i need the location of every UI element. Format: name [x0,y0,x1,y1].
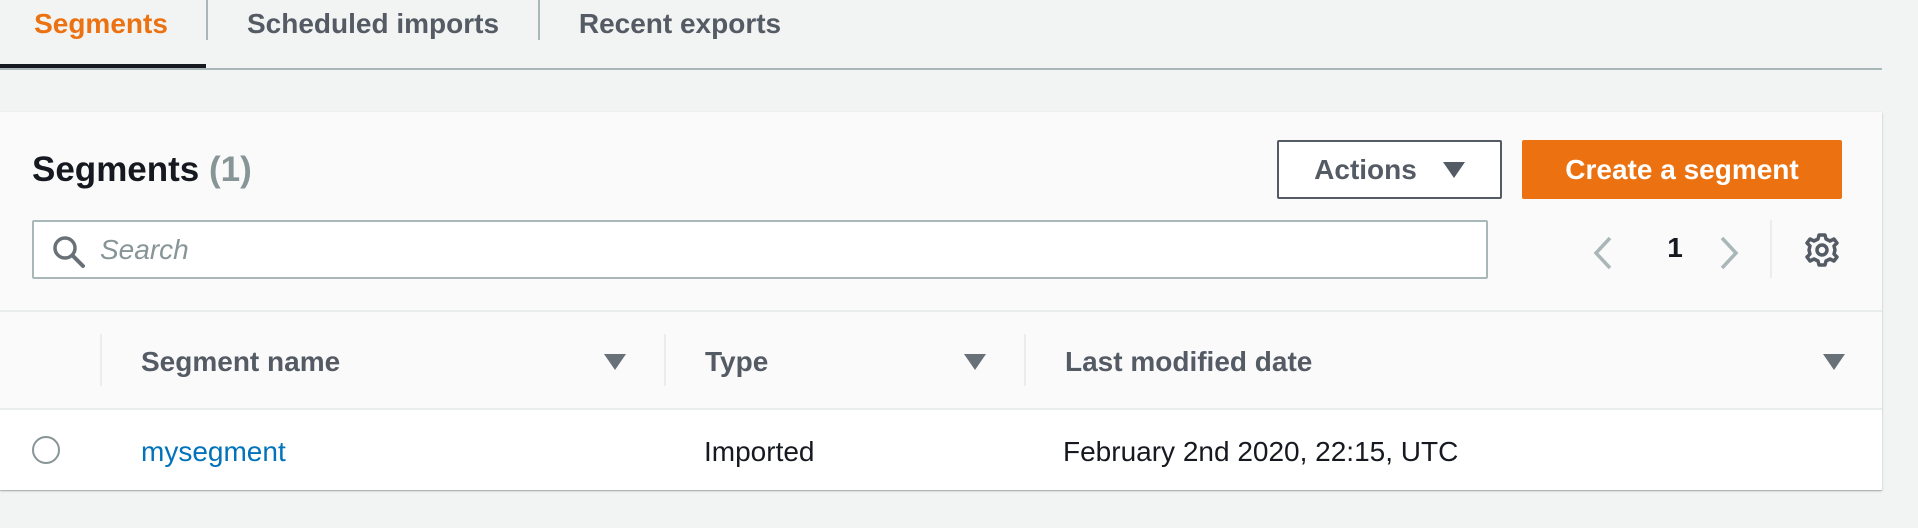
column-header-type[interactable]: Type [705,346,768,378]
column-header-segment-name[interactable]: Segment name [141,346,340,378]
sort-caret-down-icon[interactable] [964,354,986,370]
column-divider [664,334,666,386]
gear-icon[interactable] [1804,232,1840,268]
tab-segments[interactable]: Segments [0,0,202,56]
chevron-left-icon[interactable] [1592,236,1614,270]
page-title: Segments (1) [32,150,252,190]
table-row[interactable]: mysegment Imported February 2nd 2020, 22… [0,410,1882,490]
chevron-right-icon[interactable] [1718,236,1740,270]
segment-count: (1) [209,150,252,189]
row-select-radio[interactable] [32,436,60,464]
sort-caret-down-icon[interactable] [1823,354,1845,370]
column-divider [1024,334,1026,386]
active-tab-indicator [0,64,206,68]
caret-down-icon [1442,161,1465,178]
actions-label: Actions [1314,153,1417,185]
title-text: Segments [32,150,200,189]
actions-button[interactable]: Actions [1277,140,1502,199]
create-segment-button[interactable]: Create a segment [1522,140,1842,199]
tab-recent-exports[interactable]: Recent exports [540,0,820,56]
segments-panel: Segments (1) Actions Create a segment 1 [0,112,1882,490]
panel-header: Segments (1) Actions Create a segment 1 [0,112,1882,312]
last-modified-date: February 2nd 2020, 22:15, UTC [1063,436,1459,467]
search-box[interactable] [32,220,1488,279]
sort-caret-down-icon[interactable] [604,354,626,370]
tab-bar: Segments Scheduled imports Recent export… [0,0,1882,70]
search-input[interactable] [100,230,1470,270]
column-header-last-modified[interactable]: Last modified date [1065,346,1312,378]
toolbar-divider [1770,220,1772,278]
tab-scheduled-imports[interactable]: Scheduled imports [208,0,538,56]
segment-type: Imported [704,436,815,467]
table-header: Segment name Type Last modified date [0,312,1882,410]
search-icon [53,236,85,268]
current-page[interactable]: 1 [1660,232,1690,264]
segment-name-link[interactable]: mysegment [141,436,286,468]
column-divider [100,334,102,386]
